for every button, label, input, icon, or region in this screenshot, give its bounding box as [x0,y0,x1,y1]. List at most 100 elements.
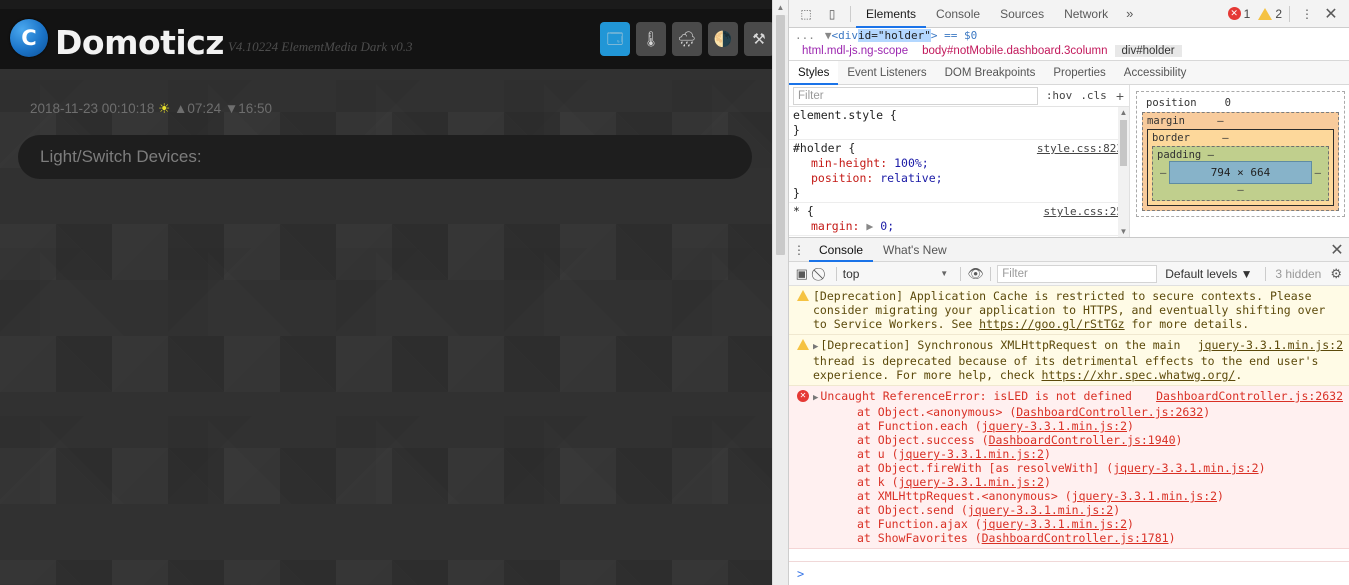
log-levels-select[interactable]: Default levels ▼ [1159,267,1258,281]
tab-properties[interactable]: Properties [1044,61,1114,85]
css-scroll-down-arrow[interactable]: ▼ [1120,226,1128,237]
stack-frame-link[interactable]: DashboardController.js:1781 [982,531,1169,545]
tab-accessibility[interactable]: Accessibility [1115,61,1196,85]
new-style-rule-button[interactable]: + [1111,88,1129,104]
console-settings-gear-icon[interactable]: ⚙ [1327,266,1345,282]
expand-arrow-icon[interactable]: ▶ [813,342,818,352]
box-model-border[interactable]: border – padding – – 794 × 664 – – [1147,129,1334,206]
sun-icon: ☀ [158,101,171,116]
css-rule-close: } [793,123,800,137]
styles-filter-input[interactable] [793,86,1038,105]
console-input-row[interactable]: > [789,561,1349,585]
box-model-margin[interactable]: margin – border – padding – – 794 × 664 … [1142,112,1339,211]
css-declaration[interactable]: position: relative; [793,171,1129,186]
css-declaration[interactable]: min-height: 100%; [793,156,1129,171]
drawer-close-icon[interactable]: ✕ [1325,240,1349,260]
box-model-padding-value[interactable]: – [1208,149,1214,161]
stack-frame-link[interactable]: DashboardController.js:2632 [1016,405,1203,419]
stack-frame: at Object.success (DashboardController.j… [857,433,1343,447]
utility-icon[interactable]: 🌗 [708,22,738,56]
tab-network[interactable]: Network [1054,0,1118,28]
drawer-menu-icon[interactable]: ⋮ [789,243,809,257]
warning-badge[interactable]: 2 [1258,7,1282,21]
scroll-up-arrow[interactable]: ▲ [773,0,788,15]
stack-frame-link[interactable]: jquery-3.3.1.min.js:2 [1113,461,1258,475]
css-rule-universal[interactable]: style.css:25 * { margin: ▶ 0; [789,203,1129,236]
message-link[interactable]: https://xhr.spec.whatwg.org/ [1041,368,1235,382]
breadcrumb-item-html[interactable]: html.mdl-js.ng-scope [795,45,915,57]
stack-frame-link[interactable]: jquery-3.3.1.min.js:2 [1072,489,1217,503]
dom-tree-partial-row[interactable]: ... ▼ <div id="holder" > == $0 [789,28,1349,42]
devtools-menu-icon[interactable]: ⋮ [1297,7,1317,21]
console-message-warning[interactable]: jquery-3.3.1.min.js:2 ▶ [Deprecation] Syn… [789,335,1349,386]
stack-frame: at Object.fireWith [as resolveWith] (jqu… [857,461,1343,475]
devtools-close-icon[interactable]: ✕ [1319,4,1343,24]
inspect-element-icon[interactable]: ⬚ [793,2,819,26]
css-declaration[interactable]: margin: ▶ 0; [793,219,1129,234]
more-tabs-icon[interactable]: » [1118,6,1141,21]
message-source-link[interactable]: DashboardController.js:2632 [1156,389,1343,403]
tab-event-listeners[interactable]: Event Listeners [838,61,935,85]
brand-logo[interactable]: Ɔ Domoticz V4.10224 ElementMedia Dark v0… [10,19,412,59]
padding-right-value[interactable]: – [1312,167,1324,179]
scrollbar-thumb[interactable] [776,15,785,255]
css-scrollbar[interactable]: ▲ ▼ [1118,107,1129,237]
execution-context-select[interactable]: top ▼ [843,267,954,281]
tab-console[interactable]: Console [926,0,990,28]
box-model-position-row: position 0 [1142,95,1339,112]
console-message-warning[interactable]: [Deprecation] Application Cache is restr… [789,286,1349,335]
box-model-padding[interactable]: padding – – 794 × 664 – – [1152,146,1329,201]
stack-frame-link[interactable]: jquery-3.3.1.min.js:2 [968,503,1113,517]
styles-filter-row: :hov .cls + [789,85,1129,107]
box-model-margin-value[interactable]: – [1217,115,1223,127]
stack-frame-link[interactable]: jquery-3.3.1.min.js:2 [899,447,1044,461]
css-scrollbar-thumb[interactable] [1120,120,1127,166]
box-model-diagram[interactable]: position 0 margin – border – padding – –… [1136,91,1345,217]
console-message-text: DashboardController.js:2632 ▶ Uncaught Re… [813,389,1343,545]
stack-frame-link[interactable]: jquery-3.3.1.min.js:2 [982,517,1127,531]
settings-icon[interactable]: ⚒ [744,22,774,56]
stack-frame: at Object.<anonymous> (DashboardControll… [857,405,1343,419]
drawer-tab-console[interactable]: Console [809,238,873,262]
breadcrumb-item-holder[interactable]: div#holder [1114,45,1182,57]
padding-left-value[interactable]: – [1157,167,1169,179]
message-source-link[interactable]: jquery-3.3.1.min.js:2 [1198,338,1343,352]
dashboard-icon[interactable]: 🗔 [600,22,630,56]
device-toolbar-icon[interactable]: ▯ [819,2,845,26]
stack-frame-prefix: at Object.success ( [857,433,989,447]
error-badge[interactable]: ✕ 1 [1227,7,1250,21]
breadcrumb-item-body[interactable]: body#notMobile.dashboard.3column [915,45,1114,57]
stack-frame-link[interactable]: jquery-3.3.1.min.js:2 [899,475,1044,489]
temperature-icon[interactable]: 🌡 [636,22,666,56]
live-expression-eye-icon[interactable]: 👁 [967,264,985,284]
stack-frame-link[interactable]: DashboardController.js:1940 [989,433,1176,447]
box-model-content-size[interactable]: 794 × 664 [1169,161,1312,184]
css-rule-element-style[interactable]: element.style { } [789,107,1129,140]
dom-expand-arrow[interactable]: ▼ [825,29,832,42]
tab-dom-breakpoints[interactable]: DOM Breakpoints [936,61,1045,85]
hover-state-button[interactable]: :hov [1042,89,1077,102]
clear-console-icon[interactable]: ⃠ [813,264,831,284]
css-rule-holder[interactable]: style.css:823 #holder { min-height: 100%… [789,140,1129,203]
page-scrollbar[interactable]: ▲ [772,0,788,585]
padding-bottom-value[interactable]: – [1157,184,1324,196]
weather-icon[interactable]: 🌧 [672,22,702,56]
console-filter-input[interactable] [997,264,1158,283]
css-source-link[interactable]: style.css:823 [1037,141,1123,156]
console-sidebar-icon[interactable]: ▣ [793,264,811,284]
drawer-tab-whats-new[interactable]: What's New [873,238,957,262]
stack-frame-prefix: at ShowFavorites ( [857,531,982,545]
header-icon-bar: 🗔 🌡 🌧 🌗 ⚒ [600,22,774,56]
class-toggle-button[interactable]: .cls [1076,89,1111,102]
stack-frame-link[interactable]: jquery-3.3.1.min.js:2 [982,419,1127,433]
tab-styles[interactable]: Styles [789,60,839,85]
box-model-border-value[interactable]: – [1222,132,1228,144]
css-scroll-up-arrow[interactable]: ▲ [1120,107,1128,118]
css-source-link[interactable]: style.css:25 [1044,204,1123,219]
tab-elements[interactable]: Elements [856,0,926,28]
css-expand-arrow[interactable]: ▶ [866,219,873,233]
console-message-error[interactable]: ✕ DashboardController.js:2632 ▶ Uncaught … [789,386,1349,549]
message-link[interactable]: https://goo.gl/rStTGz [979,317,1124,331]
tab-sources[interactable]: Sources [990,0,1054,28]
expand-arrow-icon[interactable]: ▶ [813,393,818,403]
